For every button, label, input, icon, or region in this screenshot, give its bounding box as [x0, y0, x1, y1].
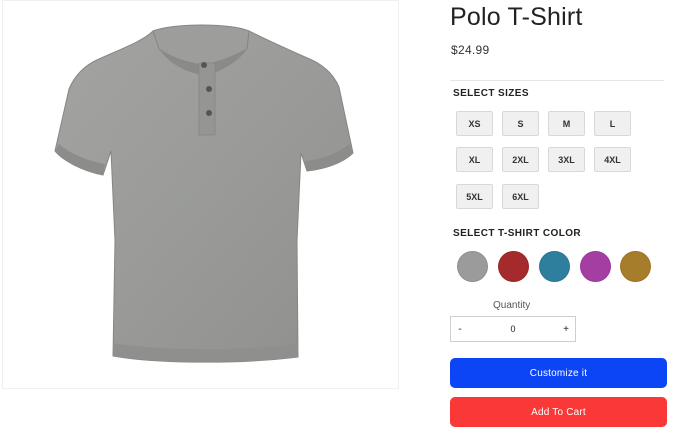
- quantity-stepper: - 0 +: [450, 316, 576, 342]
- size-button-s[interactable]: S: [502, 111, 539, 136]
- color-swatch-mustard[interactable]: [620, 251, 651, 282]
- color-swatch-grey[interactable]: [457, 251, 488, 282]
- sizes-label: SELECT SIZES: [453, 88, 529, 99]
- product-title: Polo T-Shirt: [450, 3, 583, 31]
- quantity-decrement-button[interactable]: -: [451, 324, 469, 335]
- product-price: $24.99: [451, 43, 490, 57]
- quantity-value[interactable]: 0: [469, 324, 557, 334]
- size-button-2xl[interactable]: 2XL: [502, 147, 539, 172]
- colors-label: SELECT T-SHIRT COLOR: [453, 228, 581, 239]
- size-button-3xl[interactable]: 3XL: [548, 147, 585, 172]
- customize-button[interactable]: Customize it: [450, 358, 667, 388]
- size-button-m[interactable]: M: [548, 111, 585, 136]
- product-image-panel: [2, 0, 399, 389]
- quantity-increment-button[interactable]: +: [557, 324, 575, 335]
- divider: [450, 80, 664, 81]
- size-button-4xl[interactable]: 4XL: [594, 147, 631, 172]
- quantity-label: Quantity: [493, 300, 531, 311]
- polo-shirt-image: [54, 24, 354, 363]
- size-button-xl[interactable]: XL: [456, 147, 493, 172]
- add-to-cart-button[interactable]: Add To Cart: [450, 397, 667, 427]
- color-swatch-teal[interactable]: [539, 251, 570, 282]
- color-swatch-red[interactable]: [498, 251, 529, 282]
- size-button-6xl[interactable]: 6XL: [502, 184, 539, 209]
- size-button-5xl[interactable]: 5XL: [456, 184, 493, 209]
- size-button-xs[interactable]: XS: [456, 111, 493, 136]
- color-swatch-purple[interactable]: [580, 251, 611, 282]
- size-button-l[interactable]: L: [594, 111, 631, 136]
